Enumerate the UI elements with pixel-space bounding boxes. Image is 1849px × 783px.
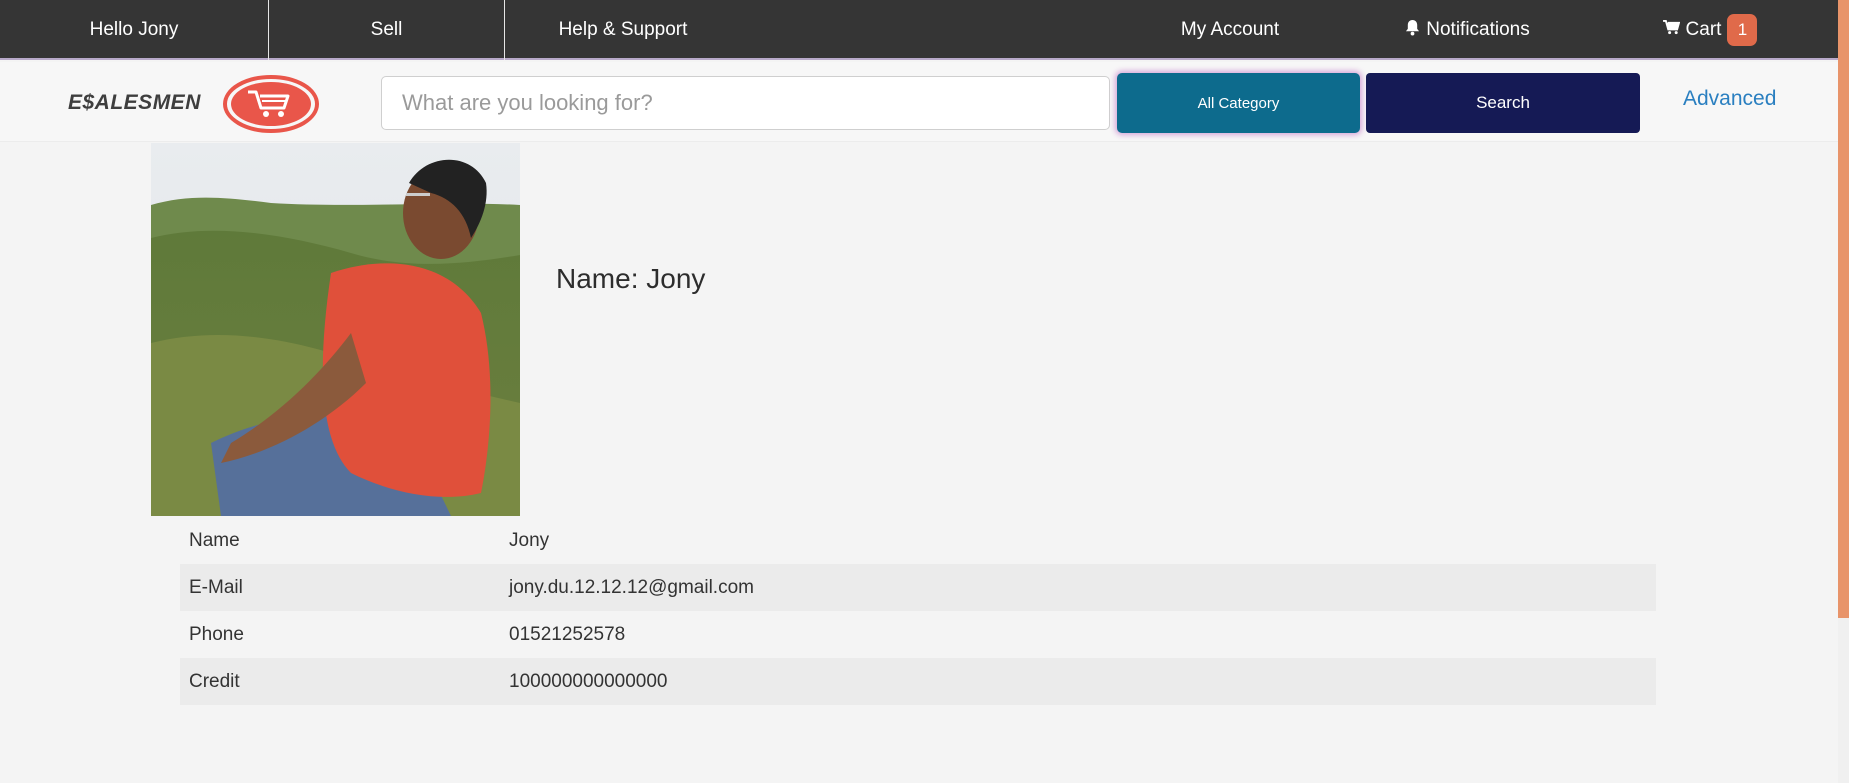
detail-label: E-Mail [189,576,243,598]
bell-icon [1405,19,1420,42]
detail-value: jony.du.12.12.12@gmail.com [509,576,754,598]
profile-photo [151,143,520,516]
table-row: Name Jony [180,517,1656,564]
detail-label: Credit [189,670,240,692]
brand-logo-text[interactable]: E$ALESMEN [68,91,201,115]
shopping-cart-logo-icon[interactable] [221,74,321,134]
cart-count-badge: 1 [1727,14,1758,46]
detail-value: Jony [509,529,550,551]
cart-icon [1662,19,1680,41]
detail-label: Phone [189,623,244,645]
search-header: E$ALESMEN All Category Search Advanced [0,62,1838,142]
profile-name-heading: Name: Jony [556,263,706,294]
all-category-button[interactable]: All Category [1117,73,1360,133]
my-account-link[interactable]: My Account [1140,0,1320,60]
help-support-label: Help & Support [558,19,688,40]
my-account-label: My Account [1180,19,1280,40]
detail-value: 01521252578 [509,623,626,645]
sell-link[interactable]: Sell [269,0,504,60]
user-greeting-label: Hello Jony [89,19,179,40]
user-greeting-link[interactable]: Hello Jony [0,0,268,60]
table-row: E-Mail jony.du.12.12.12@gmail.com [180,564,1656,611]
profile-details-table: Name Jony E-Mail jony.du.12.12.12@gmail.… [180,517,1656,705]
top-navbar: Hello Jony Sell Help & Support My Accoun… [0,0,1838,60]
scrollbar-track[interactable] [1838,618,1849,783]
sell-label: Sell [370,19,403,40]
table-row: Phone 01521252578 [180,611,1656,658]
detail-label: Name [189,529,240,551]
help-support-link[interactable]: Help & Support [505,0,741,60]
notifications-link[interactable]: Notifications [1380,0,1555,60]
advanced-search-link[interactable]: Advanced [1683,87,1776,111]
search-input[interactable] [381,76,1110,130]
notifications-label: Notifications [1426,19,1530,40]
cart-link[interactable]: Cart 1 [1650,0,1770,60]
search-button[interactable]: Search [1366,73,1640,133]
detail-value: 100000000000000 [509,670,668,692]
cart-label: Cart [1685,19,1722,40]
table-row: Credit 100000000000000 [180,658,1656,705]
